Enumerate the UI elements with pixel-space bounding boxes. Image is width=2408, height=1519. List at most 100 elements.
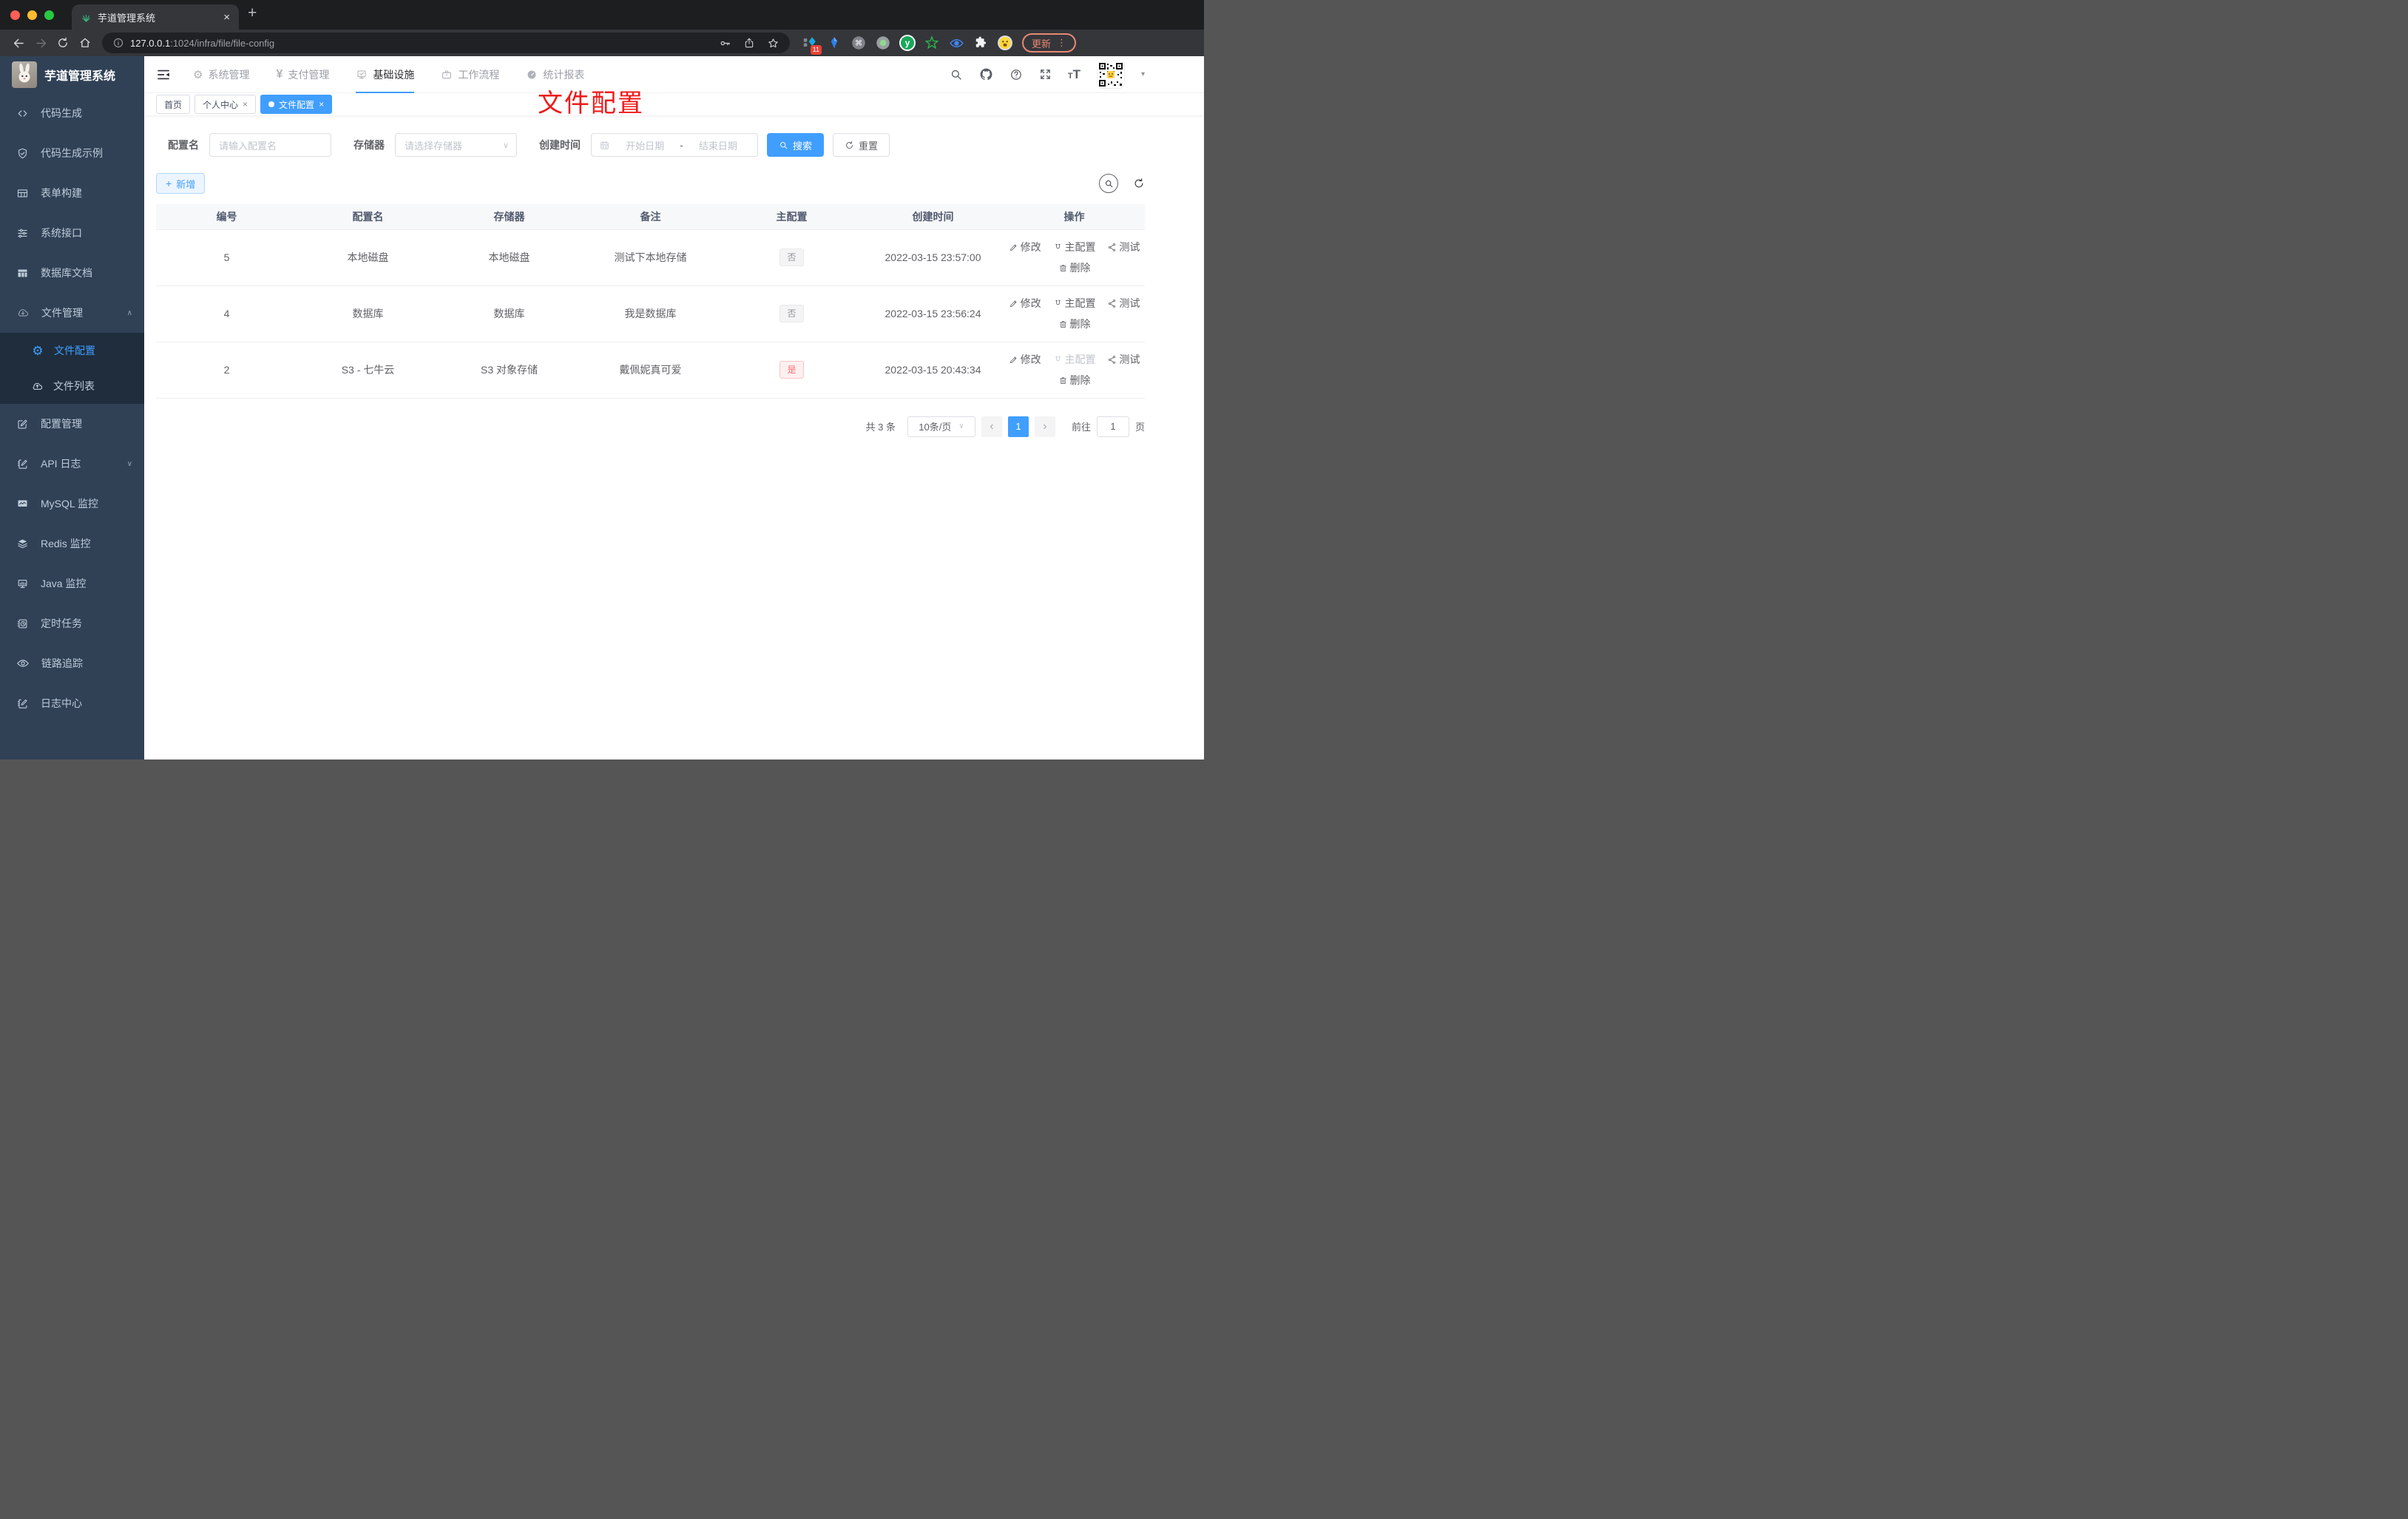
sidebar-item-code-generation-example[interactable]: 代码生成示例 xyxy=(0,133,144,173)
tag-profile[interactable]: 个人中心 × xyxy=(195,95,257,114)
close-icon[interactable]: × xyxy=(243,99,248,109)
browser-toolbar: 127.0.0.1:1024/infra/file/file-config 11… xyxy=(0,30,1204,56)
app: 芋道管理系统 代码生成 代码生成示例 表单构建 系统接口 数据库文档 文件管理 ∧… xyxy=(0,56,1204,760)
site-info-icon[interactable] xyxy=(112,37,124,49)
sidebar-item-form-builder[interactable]: 表单构建 xyxy=(0,173,144,213)
delete-action[interactable]: 删除 xyxy=(1058,373,1091,388)
password-key-icon[interactable] xyxy=(719,37,731,50)
sidebar-item-code-generation[interactable]: 代码生成 xyxy=(0,93,144,133)
sidebar-item-java-monitor[interactable]: Java 监控 xyxy=(0,564,144,603)
window-minimize-button[interactable] xyxy=(27,10,37,20)
extension-dot-icon[interactable] xyxy=(873,33,893,53)
tag-home[interactable]: 首页 xyxy=(156,95,191,114)
reload-button[interactable] xyxy=(52,33,74,53)
next-page-button[interactable]: › xyxy=(1034,416,1055,437)
edit-action[interactable]: 修改 xyxy=(1009,352,1041,367)
bookmark-star-icon[interactable] xyxy=(767,37,779,50)
master-action-disabled: 主配置 xyxy=(1053,352,1096,367)
window-close-button[interactable] xyxy=(10,10,20,20)
github-icon[interactable] xyxy=(979,67,993,81)
test-action[interactable]: 测试 xyxy=(1107,352,1140,367)
back-button[interactable] xyxy=(7,33,30,53)
reset-button[interactable]: 重置 xyxy=(833,133,890,157)
fullscreen-icon[interactable] xyxy=(1039,68,1052,81)
search-icon xyxy=(780,141,788,149)
topnav-payment[interactable]: ¥ 支付管理 xyxy=(276,56,329,92)
browser-tab[interactable]: 芋道管理系统 × xyxy=(72,4,239,30)
end-date-placeholder[interactable]: 结束日期 xyxy=(686,138,750,152)
filter-daterange-input[interactable]: 开始日期 - 结束日期 xyxy=(591,133,758,157)
edit-action[interactable]: 修改 xyxy=(1009,296,1041,311)
avatar-qr[interactable] xyxy=(1096,60,1125,89)
sidebar-item-database-doc[interactable]: 数据库文档 xyxy=(0,253,144,293)
extension-diamond-icon[interactable]: 11 xyxy=(800,33,822,55)
tab-close-icon[interactable]: × xyxy=(223,12,230,23)
sidebar-item-system-api[interactable]: 系统接口 xyxy=(0,213,144,253)
edit-action[interactable]: 修改 xyxy=(1009,240,1041,254)
table-row: 4 数据库 数据库 我是数据库 否 2022-03-15 23:56:24 修改… xyxy=(156,285,1145,342)
tag-file-config[interactable]: 文件配置 × xyxy=(260,95,333,114)
delete-action[interactable]: 删除 xyxy=(1058,317,1091,331)
extension-command-icon[interactable]: ⌘ xyxy=(849,33,868,53)
search-icon[interactable] xyxy=(950,68,963,81)
topnav-system[interactable]: ⚙ 系统管理 xyxy=(193,56,249,92)
url-bar[interactable]: 127.0.0.1:1024/infra/file/file-config xyxy=(102,33,790,53)
search-icon xyxy=(1105,180,1112,187)
refresh-table-icon[interactable] xyxy=(1133,177,1145,189)
filter-storage-select[interactable]: 请选择存储器 ∨ xyxy=(395,133,517,157)
master-action[interactable]: 主配置 xyxy=(1053,240,1096,254)
page-size-select[interactable]: 10条/页 ∨ xyxy=(907,416,975,437)
monitor-check-icon xyxy=(356,69,368,81)
sidebar-item-scheduled-tasks[interactable]: 定时任务 xyxy=(0,603,144,643)
url-text: 127.0.0.1:1024/infra/file/file-config xyxy=(130,37,275,49)
sidebar-item-log-center[interactable]: 日志中心 xyxy=(0,683,144,723)
extensions-puzzle-icon[interactable] xyxy=(971,33,990,53)
sidebar-fold-icon[interactable] xyxy=(156,67,171,82)
page-1-button[interactable]: 1 xyxy=(1007,416,1029,437)
col-storage: 存储器 xyxy=(439,204,580,229)
extension-kite-icon[interactable] xyxy=(825,33,844,53)
filter-form: 配置名 请输入配置名 存储器 请选择存储器 ∨ 创建时间 开始日期 - 结束日期 … xyxy=(156,133,1145,157)
update-button[interactable]: 更新 ⋮ xyxy=(1022,33,1077,53)
goto-page-input[interactable]: 1 xyxy=(1096,416,1129,437)
topnav-workflow[interactable]: 工作流程 xyxy=(441,56,499,92)
test-action[interactable]: 测试 xyxy=(1107,296,1140,311)
font-size-icon[interactable]: TT xyxy=(1068,68,1080,81)
toggle-search-button[interactable] xyxy=(1099,174,1118,193)
add-button[interactable]: + 新增 xyxy=(156,173,206,194)
sidebar-item-file-list[interactable]: 文件列表 xyxy=(0,368,144,404)
sidebar-item-redis-monitor[interactable]: Redis 监控 xyxy=(0,524,144,564)
browser-menu-kebab-icon[interactable]: ⋮ xyxy=(1057,37,1066,49)
date-separator: - xyxy=(680,139,683,151)
extension-star-icon[interactable] xyxy=(922,33,941,53)
sidebar-item-trace[interactable]: 链路追踪 xyxy=(0,643,144,683)
page-content: 配置名 请输入配置名 存储器 请选择存储器 ∨ 创建时间 开始日期 - 结束日期 … xyxy=(144,115,1204,760)
delete-action[interactable]: 删除 xyxy=(1058,260,1091,275)
filter-name-input[interactable]: 请输入配置名 xyxy=(209,133,331,157)
help-icon[interactable] xyxy=(1009,68,1023,81)
close-icon[interactable]: × xyxy=(319,99,324,109)
extension-eye-icon[interactable] xyxy=(947,33,966,53)
sidebar-item-file-config[interactable]: ⚙ 文件配置 xyxy=(0,333,144,368)
test-action[interactable]: 测试 xyxy=(1107,240,1140,254)
yen-icon: ¥ xyxy=(276,67,283,81)
extension-y-icon[interactable]: y xyxy=(898,33,917,53)
topnav-infrastructure[interactable]: 基础设施 xyxy=(356,56,415,93)
sidebar-item-api-log[interactable]: API 日志 ∨ xyxy=(0,444,144,484)
sidebar-item-config-management[interactable]: 配置管理 xyxy=(0,404,144,444)
sidebar-item-mysql-monitor[interactable]: MySQL 监控 xyxy=(0,484,144,524)
svg-text:y: y xyxy=(905,38,910,48)
sidebar-item-file-management[interactable]: 文件管理 ∧ xyxy=(0,293,144,333)
caret-down-icon[interactable]: ▾ xyxy=(1141,70,1145,78)
forward-button[interactable] xyxy=(30,33,52,53)
start-date-placeholder[interactable]: 开始日期 xyxy=(613,138,677,152)
window-zoom-button[interactable] xyxy=(44,10,54,20)
home-button[interactable] xyxy=(74,33,96,53)
prev-page-button[interactable]: ‹ xyxy=(981,416,1002,437)
profile-emoji-icon[interactable] xyxy=(995,33,1015,53)
new-tab-button[interactable]: + xyxy=(248,4,257,22)
extension-badge: 11 xyxy=(810,45,822,55)
search-button[interactable]: 搜索 xyxy=(767,133,825,157)
share-icon[interactable] xyxy=(743,37,755,49)
master-action[interactable]: 主配置 xyxy=(1053,296,1096,311)
